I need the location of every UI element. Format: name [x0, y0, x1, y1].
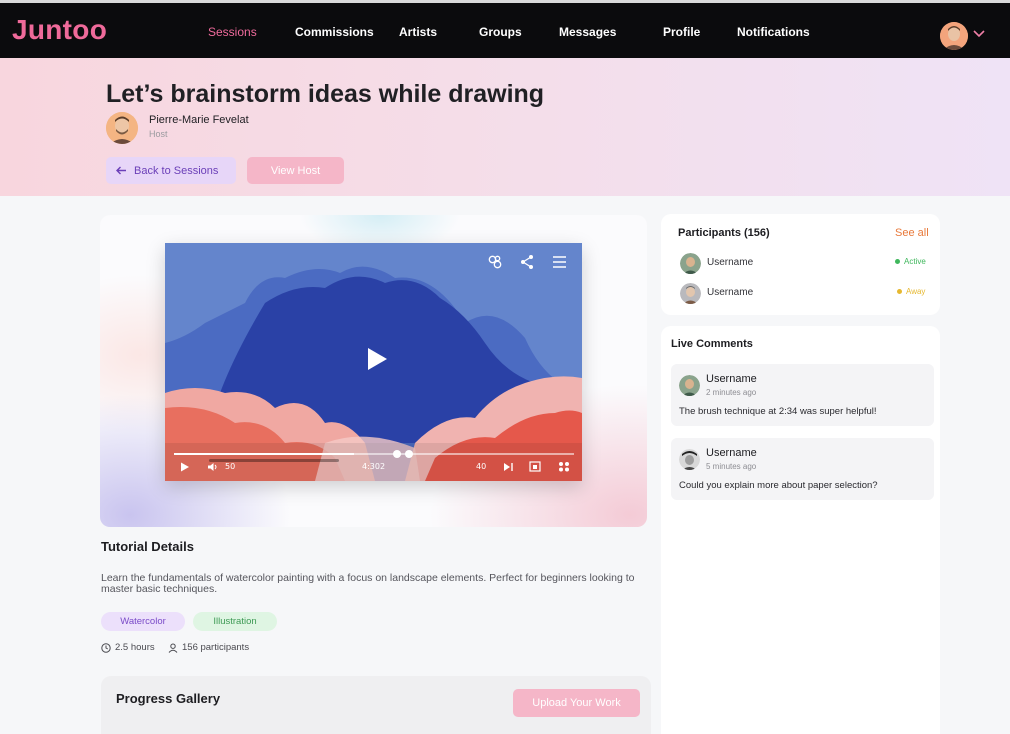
nav-sessions[interactable]: Sessions	[208, 25, 257, 39]
commenter-avatar	[679, 449, 700, 470]
duration-text: 2.5 hours	[115, 642, 155, 653]
session-header: Let’s brainstorm ideas while drawing Pie…	[0, 58, 1010, 196]
commenter-name[interactable]: Username	[706, 373, 757, 385]
nav-commissions[interactable]: Commissions	[295, 25, 374, 39]
back-to-sessions-button[interactable]: Back to Sessions	[106, 157, 236, 184]
commenter-name[interactable]: Username	[706, 447, 757, 459]
participants-heading: Participants (156)	[678, 227, 770, 239]
volume-icon[interactable]	[207, 462, 219, 472]
see-all-link[interactable]: See all	[895, 227, 929, 239]
arrow-left-icon	[116, 166, 126, 175]
participant-avatar	[680, 253, 701, 274]
nav-messages[interactable]: Messages	[559, 25, 616, 39]
host-role: Host	[149, 129, 168, 139]
view-host-label: View Host	[270, 164, 321, 177]
participant-name[interactable]: Username	[707, 257, 753, 268]
clock-icon	[101, 642, 111, 653]
back-button-label: Back to Sessions	[134, 164, 219, 177]
participant-name[interactable]: Username	[707, 287, 753, 298]
comment-time: 5 minutes ago	[706, 462, 757, 471]
volume-slider[interactable]	[209, 459, 339, 462]
time-display: 4:302	[362, 462, 386, 471]
status-badge: Away	[897, 287, 925, 296]
participant-avatar	[680, 283, 701, 304]
comment-text: Could you explain more about paper selec…	[679, 480, 878, 491]
video-player[interactable]: 50 4:302 40	[165, 243, 582, 481]
status-badge: Active	[895, 257, 926, 266]
status-label: Active	[904, 257, 926, 266]
participants-meta: 156 participants	[168, 642, 249, 653]
host-avatar	[106, 112, 138, 144]
nav-groups[interactable]: Groups	[479, 25, 522, 39]
tutorial-description: Learn the fundamentals of watercolor pai…	[101, 572, 635, 595]
share-icon[interactable]	[519, 254, 535, 270]
nav-profile[interactable]: Profile	[663, 25, 700, 39]
fullscreen-icon[interactable]	[558, 461, 570, 472]
menu-icon[interactable]	[552, 255, 567, 269]
next-icon[interactable]	[503, 462, 515, 472]
host-name[interactable]: Pierre-Marie Fevelat	[149, 114, 249, 126]
comment-time: 2 minutes ago	[706, 388, 757, 397]
volume-value: 50	[225, 462, 236, 471]
live-comments-heading: Live Comments	[671, 338, 753, 350]
progress-gallery-heading: Progress Gallery	[116, 691, 221, 706]
link-icon[interactable]	[487, 254, 503, 270]
top-navigation: Juntoo Sessions Commissions Artists Grou…	[0, 3, 1010, 58]
play-icon[interactable]	[366, 347, 388, 371]
nav-artists[interactable]: Artists	[399, 25, 437, 39]
participants-count-text: 156 participants	[182, 642, 250, 653]
small-play-icon[interactable]	[180, 462, 190, 472]
comment-text: The brush technique at 2:34 was super he…	[679, 406, 877, 417]
user-icon	[168, 643, 178, 653]
status-dot	[895, 259, 900, 264]
view-host-button[interactable]: View Host	[247, 157, 344, 184]
duration-meta: 2.5 hours	[101, 642, 155, 653]
app-logo[interactable]: Juntoo	[12, 14, 107, 46]
video-progress-handle[interactable]	[393, 450, 401, 458]
speed-value[interactable]: 40	[476, 462, 486, 471]
nav-notifications[interactable]: Notifications	[737, 25, 810, 39]
user-avatar-icon[interactable]	[940, 22, 968, 50]
page-title: Let’s brainstorm ideas while drawing	[106, 80, 545, 108]
commenter-avatar	[679, 375, 700, 396]
upload-work-label: Upload Your Work	[532, 697, 621, 709]
tag-illustration[interactable]: Illustration	[193, 612, 277, 631]
status-dot	[897, 289, 902, 294]
chevron-down-icon[interactable]	[973, 30, 985, 38]
video-progress-handle-secondary[interactable]	[405, 450, 413, 458]
upload-work-button[interactable]: Upload Your Work	[513, 689, 640, 717]
status-label: Away	[906, 287, 926, 296]
captions-icon[interactable]	[529, 461, 541, 472]
tutorial-details-heading: Tutorial Details	[101, 539, 194, 554]
video-progress-fill	[174, 453, 354, 455]
tag-watercolor[interactable]: Watercolor	[101, 612, 185, 631]
